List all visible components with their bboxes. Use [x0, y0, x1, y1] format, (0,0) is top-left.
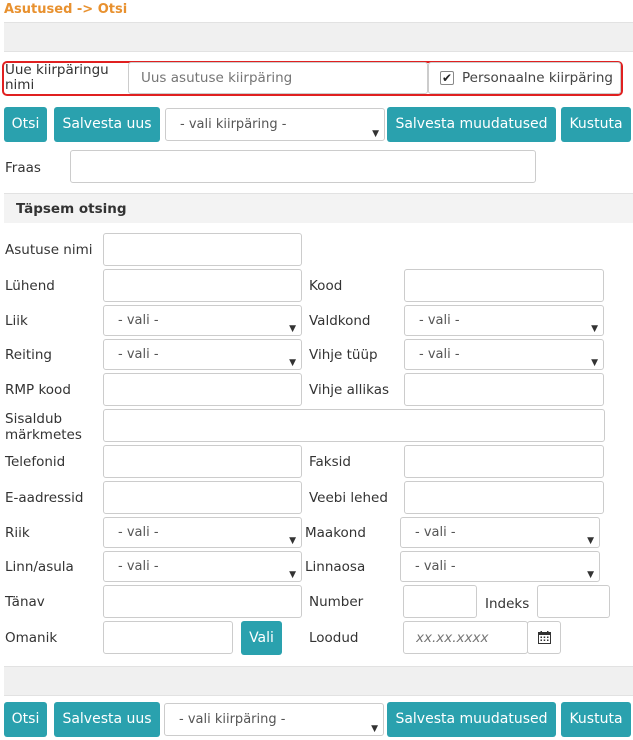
chevron-down-icon: ▼ — [289, 536, 296, 546]
fax-input[interactable] — [404, 445, 604, 478]
web-input[interactable] — [404, 481, 604, 514]
quick-search-name-input[interactable] — [128, 62, 428, 94]
save-changes-button-bottom[interactable]: Salvesta muudatused — [387, 702, 556, 737]
phrase-input[interactable] — [70, 150, 536, 183]
bottom-bar — [4, 666, 633, 696]
calendar-icon — [538, 631, 551, 644]
county-select[interactable]: - vali - ▼ — [400, 517, 600, 548]
district-select[interactable]: - vali - ▼ — [400, 551, 600, 582]
owner-label: Omanik — [5, 630, 58, 646]
domain-select-value: - vali - — [419, 313, 460, 328]
chevron-down-icon: ▼ — [371, 724, 378, 734]
delete-button[interactable]: Kustuta — [561, 107, 631, 142]
code-label: Kood — [309, 278, 343, 294]
choose-owner-button[interactable]: Vali — [241, 621, 282, 655]
advanced-search-title: Täpsem otsing — [16, 201, 127, 217]
institution-name-label: Asutuse nimi — [5, 242, 93, 258]
code-input[interactable] — [404, 269, 604, 302]
city-select[interactable]: - vali - ▼ — [103, 551, 302, 582]
quick-search-name-label: Uue kiirpäringu nimi — [5, 62, 109, 93]
search-button[interactable]: Otsi — [4, 107, 47, 142]
notes-contains-input[interactable] — [103, 409, 605, 442]
type-select[interactable]: - vali - ▼ — [103, 305, 302, 336]
rating-select[interactable]: - vali - ▼ — [103, 339, 302, 370]
phrase-label: Fraas — [5, 160, 41, 176]
personal-label: Personaalne kiirpäring — [462, 70, 613, 86]
email-input[interactable] — [103, 481, 302, 514]
personal-checkbox[interactable]: ✔ — [440, 71, 454, 85]
postal-index-input[interactable] — [537, 585, 610, 618]
city-select-value: - vali - — [118, 559, 159, 574]
district-label: Linnaosa — [305, 559, 366, 575]
type-label: Liik — [5, 313, 28, 329]
notes-contains-label: Sisaldub märkmetes — [5, 411, 82, 443]
quick-search-select-bottom[interactable]: - vali kiirpäring - ▼ — [164, 703, 384, 736]
fax-label: Faksid — [309, 454, 351, 470]
calendar-button[interactable] — [527, 621, 561, 654]
save-changes-button[interactable]: Salvesta muudatused — [387, 107, 556, 142]
number-input[interactable] — [403, 585, 477, 618]
phone-label: Telefonid — [5, 454, 66, 470]
domain-label: Valdkond — [309, 313, 371, 329]
save-new-button[interactable]: Salvesta uus — [54, 107, 160, 142]
tip-source-label: Vihje allikas — [309, 382, 390, 398]
tip-source-input[interactable] — [404, 373, 604, 406]
district-select-value: - vali - — [415, 559, 456, 574]
type-select-value: - vali - — [118, 313, 159, 328]
advanced-search-header: Täpsem otsing — [4, 193, 633, 223]
domain-select[interactable]: - vali - ▼ — [404, 305, 604, 336]
quick-search-select[interactable]: - vali kiirpäring - ▼ — [165, 108, 385, 141]
rating-select-value: - vali - — [118, 347, 159, 362]
save-new-button-bottom[interactable]: Salvesta uus — [54, 702, 160, 737]
email-label: E-aadressid — [5, 490, 84, 506]
chevron-down-icon: ▼ — [591, 324, 598, 334]
rating-label: Reiting — [5, 347, 52, 363]
owner-input[interactable] — [103, 621, 233, 654]
web-label: Veebi lehed — [309, 490, 388, 506]
chevron-down-icon: ▼ — [372, 129, 379, 139]
rmp-code-label: RMP kood — [5, 382, 71, 398]
institution-name-input[interactable] — [103, 233, 302, 266]
phone-input[interactable] — [103, 445, 302, 478]
chevron-down-icon: ▼ — [289, 324, 296, 334]
street-label: Tänav — [5, 594, 45, 610]
tip-type-select-value: - vali - — [419, 347, 460, 362]
street-input[interactable] — [103, 585, 302, 618]
abbreviation-input[interactable] — [103, 269, 302, 302]
created-date-input[interactable] — [403, 621, 528, 654]
chevron-down-icon: ▼ — [289, 570, 296, 580]
city-label: Linn/asula — [5, 559, 74, 575]
quick-search-select-value: - vali kiirpäring - — [180, 117, 287, 132]
county-select-value: - vali - — [415, 525, 456, 540]
created-label: Loodud — [309, 630, 359, 646]
chevron-down-icon: ▼ — [591, 358, 598, 368]
abbreviation-label: Lühend — [5, 278, 55, 294]
tip-type-label: Vihje tüüp — [309, 347, 378, 363]
country-select[interactable]: - vali - ▼ — [103, 517, 302, 548]
top-bar — [4, 22, 633, 52]
chevron-down-icon: ▼ — [587, 570, 594, 580]
rmp-code-input[interactable] — [103, 373, 302, 406]
quick-search-select-bottom-value: - vali kiirpäring - — [179, 712, 286, 727]
postal-index-label: Indeks — [485, 596, 530, 612]
delete-button-bottom[interactable]: Kustuta — [561, 702, 631, 737]
search-button-bottom[interactable]: Otsi — [4, 702, 47, 737]
chevron-down-icon: ▼ — [587, 536, 594, 546]
county-label: Maakond — [305, 525, 366, 541]
personal-option: ✔ Personaalne kiirpäring — [428, 62, 621, 94]
country-label: Riik — [5, 525, 30, 541]
chevron-down-icon: ▼ — [289, 358, 296, 368]
country-select-value: - vali - — [118, 525, 159, 540]
number-label: Number — [309, 594, 364, 610]
tip-type-select[interactable]: - vali - ▼ — [404, 339, 604, 370]
breadcrumb[interactable]: Asutused -> Otsi — [4, 2, 127, 17]
